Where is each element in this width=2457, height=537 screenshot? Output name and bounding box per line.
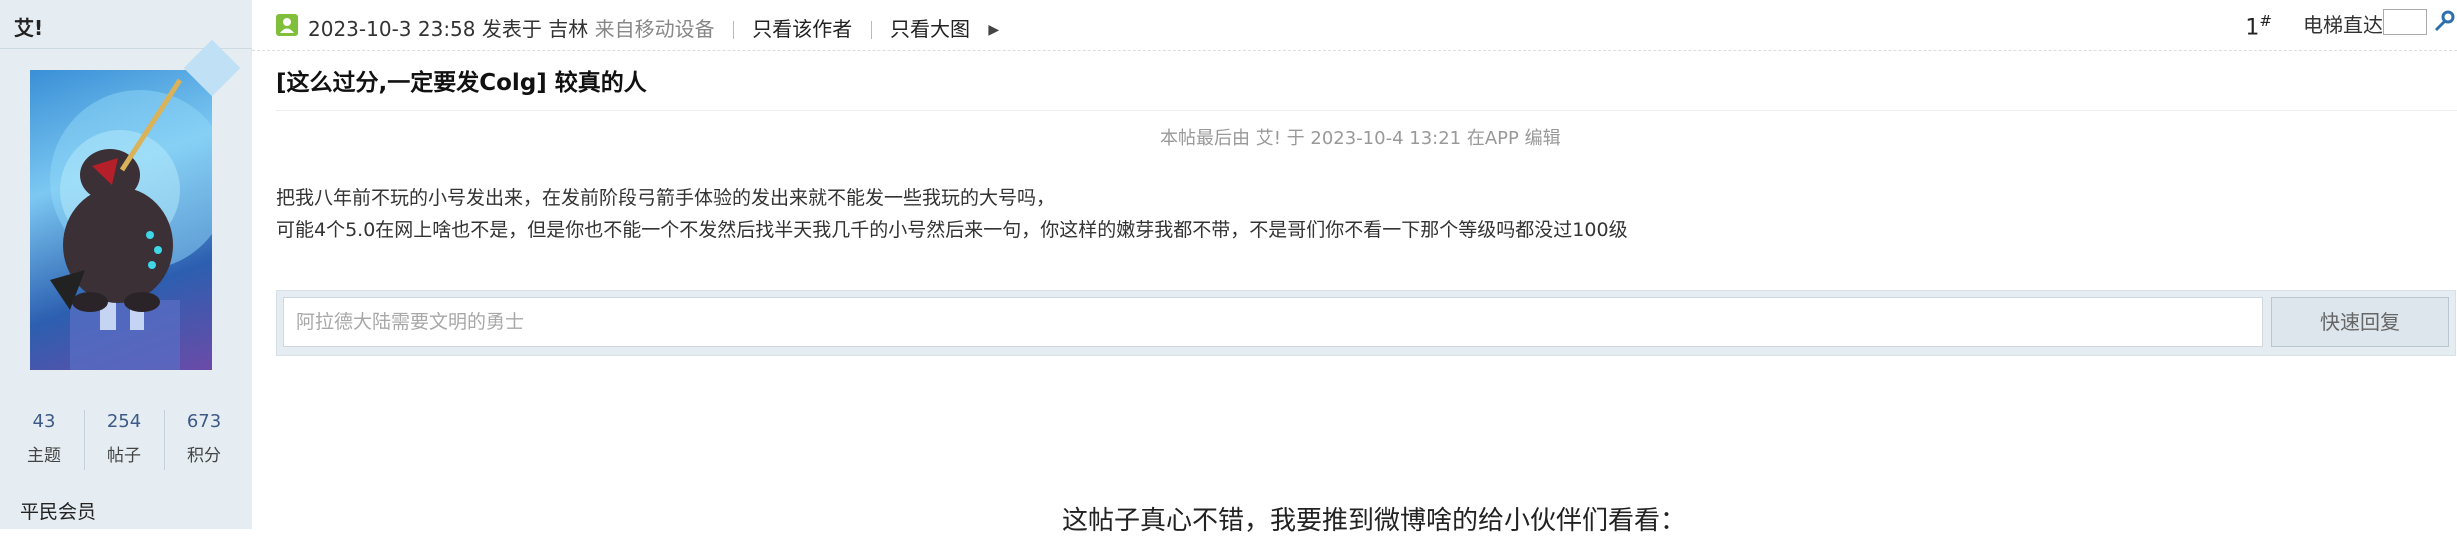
user-icon (276, 14, 298, 36)
only-big-images-link[interactable]: 只看大图 (890, 17, 970, 41)
post-body-line: 把我八年前不玩的小号发出来，在发前阶段弓箭手体验的发出来就不能发一些我玩的大号吗… (276, 187, 1056, 209)
elevator-label: 电梯直达 (2303, 13, 2383, 37)
meta-divider (732, 21, 734, 39)
stat-threads[interactable]: 43 主题 (4, 402, 84, 470)
username[interactable]: 艾! (14, 12, 43, 41)
post-device: 来自移动设备 (594, 17, 715, 41)
avatar-character-image (50, 78, 212, 370)
member-level[interactable]: 平民会员 (20, 497, 96, 524)
stat-label: 帖子 (107, 446, 141, 466)
quick-reply-input[interactable] (283, 297, 2263, 347)
stat-value: 673 (186, 411, 222, 432)
posted-word: 发表于 (481, 17, 542, 41)
stat-posts[interactable]: 254 帖子 (84, 402, 164, 470)
stat-label: 积分 (187, 446, 221, 466)
stat-label: 主题 (27, 446, 61, 466)
post-body-line: 可能4个5.0在网上啥也不是，但是你也不能一个不发然后找半天我几千的小号然后来一… (276, 219, 1628, 241)
wrench-icon[interactable] (2433, 10, 2455, 38)
post-timestamp: 2023-10-3 23:58 (308, 17, 476, 41)
quick-reply-button[interactable]: 快速回复 (2271, 297, 2449, 347)
edit-note: 本帖最后由 艾! 于 2023-10-4 13:21 在APP 编辑 (1160, 128, 1561, 149)
elevator-floor-input[interactable] (2383, 9, 2427, 35)
user-stats: 43 主题 254 帖子 673 积分 (0, 402, 252, 482)
floor-number[interactable]: 1# (2245, 12, 2272, 40)
stat-points[interactable]: 673 积分 (164, 402, 244, 470)
stat-value: 254 (106, 411, 142, 432)
post-header: 2023-10-3 23:58 发表于 吉林 来自移动设备 只看该作者 只看大图… (252, 0, 2457, 51)
triangle-right-icon[interactable]: ▶ (988, 22, 999, 38)
post-meta: 2023-10-3 23:58 发表于 吉林 来自移动设备 只看该作者 只看大图… (308, 13, 999, 42)
post-title: [这么过分,一定要发Colg] 较真的人 (276, 70, 647, 96)
only-author-link[interactable]: 只看该作者 (752, 17, 852, 41)
user-sidebar: 艾! 43 主题 254 帖子 673 积分 平民会员 (0, 0, 252, 529)
floor-mark: # (2259, 12, 2272, 30)
post-location: 吉林 (548, 17, 589, 41)
quick-reply-bar: 快速回复 (276, 290, 2456, 356)
title-divider (276, 110, 2457, 111)
stat-value: 43 (32, 411, 56, 432)
share-prompt: 这帖子真心不错，我要推到微博啥的给小伙伴们看看： (1062, 506, 1687, 536)
avatar[interactable] (30, 39, 241, 370)
avatar-image (30, 70, 212, 370)
meta-divider (870, 21, 872, 39)
post-body: 把我八年前不玩的小号发出来，在发前阶段弓箭手体验的发出来就不能发一些我玩的大号吗… (276, 182, 1628, 246)
floor-number-value: 1 (2245, 15, 2260, 41)
